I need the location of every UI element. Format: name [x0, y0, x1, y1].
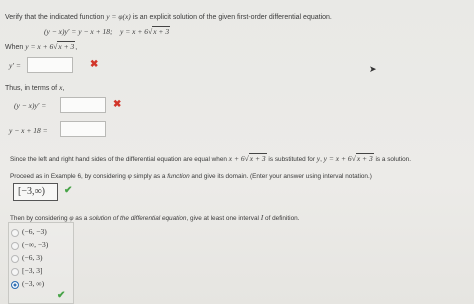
- lhs-input[interactable]: [60, 97, 106, 113]
- incorrect-icon: ✖: [90, 59, 99, 70]
- lhs-label: (y − x)y′ =: [14, 101, 47, 110]
- solution-expr: y = x + 6: [120, 27, 149, 36]
- thus-suffix: ,: [62, 85, 65, 92]
- mouse-cursor-icon: ➤: [369, 64, 377, 74]
- domain-answer-input[interactable]: [−3,∞): [13, 183, 58, 201]
- ode-equation: (y − x)y′ = y − x + 18; y = x + 6√x + 3: [44, 26, 171, 36]
- proceed-instruction: Proceed as in Example 6, by considering …: [10, 171, 372, 180]
- proceed-text-3: and give its domain. (Enter your answer …: [189, 173, 372, 180]
- option-label: (−6, 3): [22, 253, 43, 262]
- correct-check-icon: ✔: [57, 290, 66, 301]
- then-instruction: Then by considering φ as a solution of t…: [10, 213, 299, 222]
- yprime-label: y′ =: [9, 61, 21, 70]
- ode-expr: (y − x)y′ = y − x + 18;: [44, 27, 113, 36]
- since-expr: x + 6: [228, 154, 245, 163]
- domain-answer-value: [−3,∞): [18, 186, 45, 197]
- proceed-emphasis: function: [167, 173, 190, 180]
- then-text-3: , give at least one interval: [186, 215, 261, 222]
- since-text: Since the left and right hand sides of t…: [10, 156, 229, 163]
- rhs-label: y − x + 18 =: [9, 126, 48, 135]
- solution-radicand: x + 3: [152, 26, 171, 36]
- option-label: (−∞, −3): [22, 240, 49, 249]
- since-statement: Since the left and right hand sides of t…: [10, 153, 412, 163]
- correct-check-icon: ✔: [64, 185, 73, 196]
- option-label: [−3, 3]: [22, 266, 43, 275]
- radio-option-1[interactable]: [11, 229, 19, 237]
- then-text-4: of definition.: [263, 215, 300, 222]
- yprime-input[interactable]: [27, 57, 73, 73]
- option-label: (−6, −3): [22, 227, 47, 236]
- since-solution: y = x + 6: [323, 154, 352, 163]
- incorrect-icon: ✖: [113, 99, 122, 110]
- problem-statement: Verify that the indicated function y = φ…: [5, 12, 332, 21]
- then-emphasis: solution of the differential equation: [89, 215, 187, 222]
- intro-text-2: is an explicit solution of the given fir…: [130, 14, 332, 21]
- proceed-text: Proceed as in Example 6, by considering: [10, 173, 128, 180]
- radio-option-5-selected[interactable]: [11, 281, 19, 289]
- radio-option-2[interactable]: [11, 242, 19, 250]
- since-text-3: is a solution.: [373, 156, 412, 163]
- radio-option-4[interactable]: [11, 268, 19, 276]
- when-line: When y = x + 6√x + 3,: [5, 41, 78, 51]
- radio-option-3[interactable]: [11, 255, 19, 263]
- since-radicand: x + 3: [248, 153, 267, 163]
- when-suffix: ,: [75, 44, 78, 51]
- then-text: Then by considering: [10, 215, 70, 222]
- when-radicand: x + 3: [57, 41, 76, 51]
- thus-line: Thus, in terms of x,: [5, 83, 64, 92]
- function-expr: y = φ(x): [106, 12, 131, 21]
- since-solution-radicand: x + 3: [355, 153, 374, 163]
- rhs-input[interactable]: [60, 121, 106, 137]
- when-label: When: [5, 44, 26, 51]
- proceed-text-2: simply as a: [131, 173, 168, 180]
- since-text-2: is substituted for: [266, 156, 317, 163]
- thus-label: Thus, in terms of: [5, 85, 60, 92]
- then-text-2: as a: [73, 215, 90, 222]
- intro-text: Verify that the indicated function: [5, 14, 107, 21]
- when-expr: y = x + 6: [25, 42, 54, 51]
- option-label: (−3, ∞): [22, 279, 45, 288]
